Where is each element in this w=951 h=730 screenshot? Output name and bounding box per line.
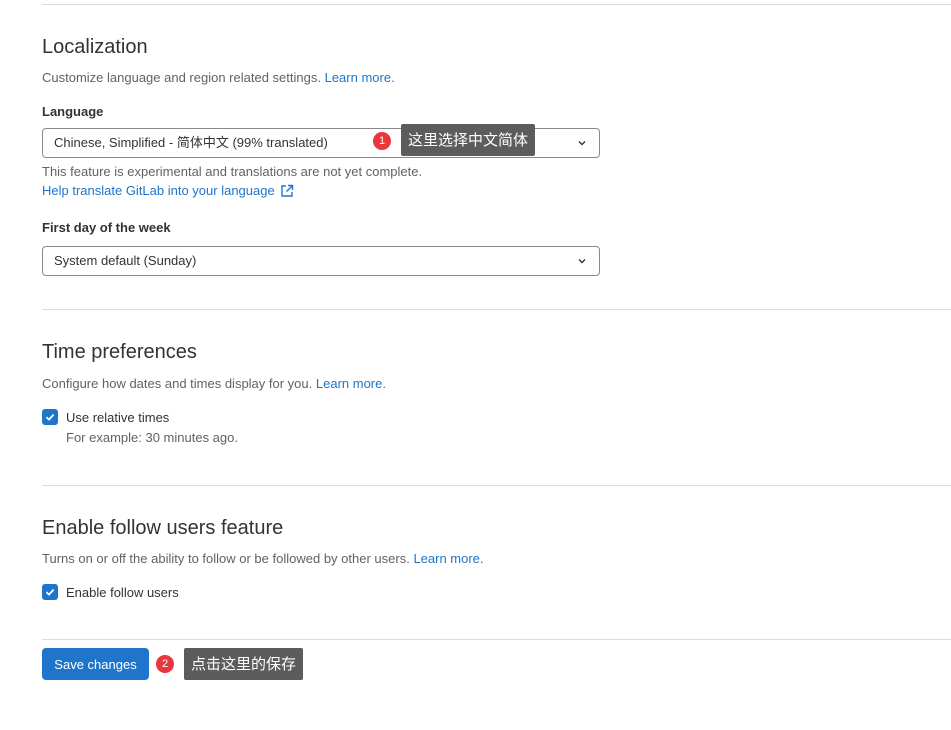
localization-heading: Localization bbox=[42, 36, 148, 58]
annotation-callout-2: 点击这里的保存 bbox=[184, 648, 304, 680]
language-label: Language bbox=[42, 104, 104, 119]
relative-times-label: Use relative times bbox=[66, 409, 170, 425]
language-select-value: Chinese, Simplified - 简体中文 (99% translat… bbox=[54, 135, 328, 150]
first-day-select-value: System default (Sunday) bbox=[54, 253, 197, 268]
checkmark-icon bbox=[45, 588, 55, 596]
enable-follow-users-checkbox-row[interactable]: Enable follow users bbox=[42, 584, 179, 600]
time-preferences-learn-more-link[interactable]: Learn more. bbox=[316, 376, 386, 391]
follow-users-learn-more-link[interactable]: Learn more. bbox=[413, 551, 483, 566]
footer-divider bbox=[42, 639, 951, 640]
chevron-down-icon bbox=[578, 259, 586, 264]
localization-description: Customize language and region related se… bbox=[42, 70, 395, 85]
first-day-label: First day of the week bbox=[42, 220, 171, 235]
enable-follow-users-label: Enable follow users bbox=[66, 584, 179, 600]
section-divider bbox=[42, 485, 951, 486]
annotation-callout-1: 这里选择中文简体 bbox=[401, 124, 536, 156]
save-changes-button[interactable]: Save changes bbox=[42, 648, 149, 680]
follow-users-heading: Enable follow users feature bbox=[42, 517, 284, 539]
section-divider bbox=[42, 309, 951, 310]
time-preferences-description: Configure how dates and times display fo… bbox=[42, 376, 386, 391]
experimental-note: This feature is experimental and transla… bbox=[42, 164, 423, 179]
first-day-select[interactable]: System default (Sunday) bbox=[42, 246, 600, 276]
enable-follow-users-checkbox[interactable] bbox=[42, 584, 58, 600]
relative-times-example: For example: 30 minutes ago. bbox=[66, 430, 238, 445]
follow-users-description: Turns on or off the ability to follow or… bbox=[42, 551, 484, 566]
relative-times-checkbox[interactable] bbox=[42, 409, 58, 425]
top-divider bbox=[42, 4, 951, 5]
external-link-icon bbox=[281, 184, 293, 197]
relative-times-checkbox-row[interactable]: Use relative times bbox=[42, 409, 169, 425]
chevron-down-icon bbox=[578, 141, 586, 146]
help-translate-link[interactable]: Help translate GitLab into your language bbox=[42, 183, 294, 198]
checkmark-icon bbox=[45, 413, 55, 421]
annotation-badge-2: 2 bbox=[156, 655, 174, 673]
localization-learn-more-link[interactable]: Learn more. bbox=[325, 70, 395, 85]
annotation-badge-1: 1 bbox=[373, 132, 391, 150]
time-preferences-heading: Time preferences bbox=[42, 341, 197, 363]
